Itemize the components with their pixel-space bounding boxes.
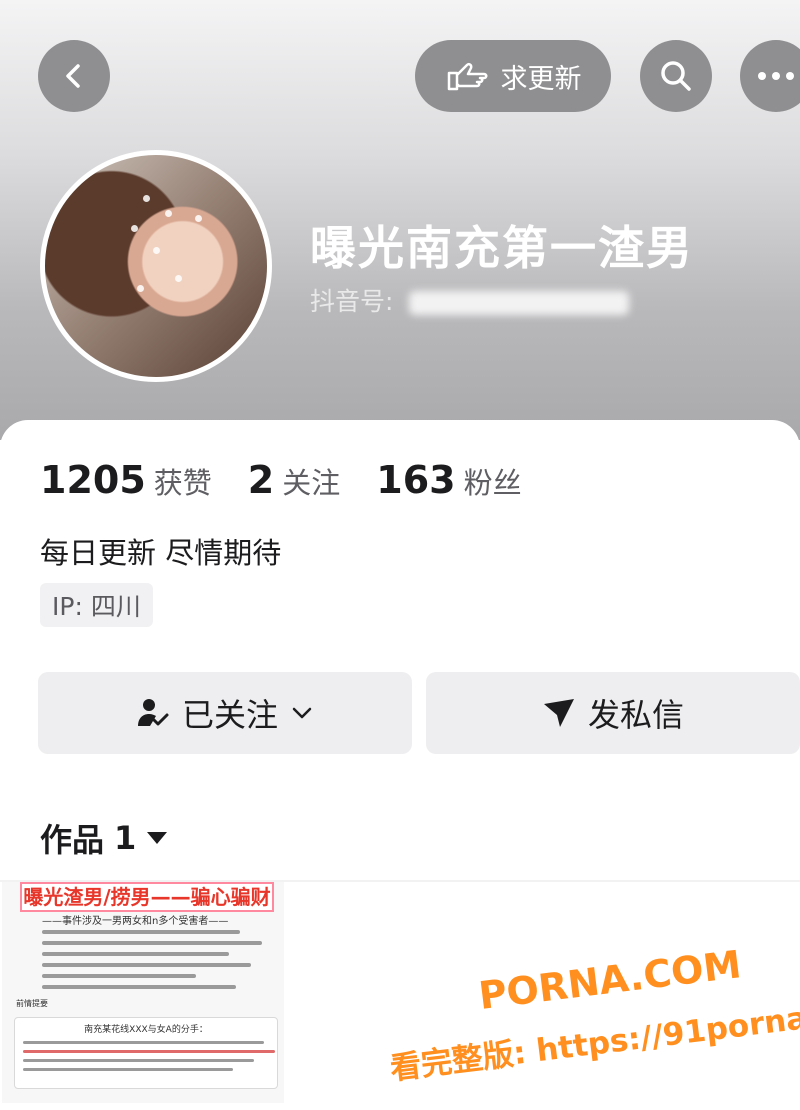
profile-bio: 每日更新 尽情期待 [40,536,282,570]
search-button[interactable] [640,40,712,112]
works-count: 1 [114,819,137,857]
stat-following[interactable]: 2 关注 [248,458,340,502]
request-update-label: 求更新 [500,63,582,95]
profile-header: 求更新 曝光南充第一渣男 抖音号: [0,0,800,440]
douyin-id-value-redacted [409,291,630,315]
more-button[interactable] [740,40,800,112]
thumbnail-title: 曝光渣男/捞男——骗心骗财 [20,882,274,912]
thumbnail-text-lines [42,930,262,996]
douyin-id-label: 抖音号: [310,287,394,316]
thumbnail-box-title: 南充某花线XXX与女A的分手： [84,1025,208,1035]
work-thumbnail[interactable]: 曝光渣男/捞男——骗心骗财 ——事件涉及一男两女和n多个受害者—— 前情提要 南… [2,882,284,1103]
user-check-icon [137,699,169,726]
stat-followers[interactable]: 163 粉丝 [376,458,521,502]
thumbnail-section-label: 前情提要 [16,999,48,1008]
works-tab-label: 作品 [40,821,105,859]
following-button[interactable]: 已关注 [38,672,412,754]
stat-likes-value: 1205 [40,458,146,502]
thumbnail-box: 南充某花线XXX与女A的分手： [14,1017,278,1089]
stat-following-value: 2 [247,458,275,502]
stat-likes-label: 获赞 [153,466,212,500]
chevron-down-icon [292,707,312,719]
stat-followers-value: 163 [376,458,456,502]
following-button-label: 已关注 [181,696,278,734]
request-update-button[interactable]: 求更新 [415,40,611,112]
message-button-label: 发私信 [587,696,684,734]
search-icon [661,61,691,91]
avatar[interactable] [40,150,272,382]
stat-following-label: 关注 [282,466,341,500]
back-button[interactable] [38,40,110,112]
stat-likes[interactable]: 1205 获赞 [40,458,212,502]
profile-stats: 1205 获赞 2 关注 163 粉丝 [40,458,522,502]
ip-location-tag: IP: 四川 [40,583,153,627]
tab-works[interactable]: 作品 1 [40,815,168,861]
caret-down-icon [147,832,168,844]
send-icon [543,699,574,727]
more-icon [758,72,794,80]
stat-followers-label: 粉丝 [463,466,522,500]
douyin-id: 抖音号: [310,282,630,318]
message-button[interactable]: 发私信 [426,672,800,754]
back-arrow-icon [66,64,80,88]
pointing-hand-icon [447,62,487,91]
thumbnail-subtitle: ——事件涉及一男两女和n多个受害者—— [42,916,229,927]
display-name: 曝光南充第一渣男 [310,221,694,275]
